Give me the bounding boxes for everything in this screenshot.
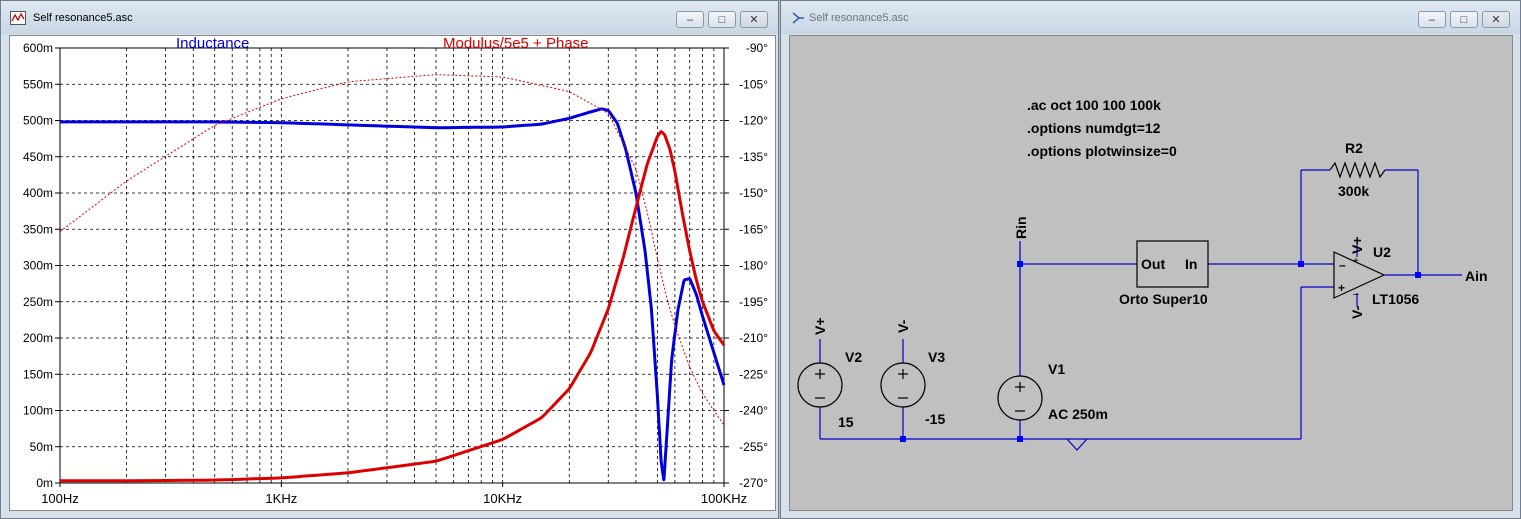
node-feedback[interactable] (1298, 261, 1304, 267)
u2-vminus-label[interactable]: V- (1349, 305, 1365, 319)
ground-symbol[interactable] (1066, 438, 1088, 451)
plot-window[interactable]: Self resonance5.asc – □ ✕ 0m 50m 100m 150m 2… (0, 0, 779, 519)
node-v3-ground[interactable] (900, 436, 906, 442)
v3-name[interactable]: V3 (928, 349, 945, 365)
v2-value[interactable]: 15 (838, 414, 854, 430)
right-tick-label: -195° (739, 295, 768, 309)
source-v1[interactable] (997, 375, 1043, 421)
rin-label[interactable]: Rin (1013, 216, 1029, 239)
legend-modulus-phase[interactable]: Modulus/5e5 + Phase (443, 35, 589, 52)
node-rin[interactable] (1017, 261, 1023, 267)
minimize-button[interactable]: – (676, 11, 704, 28)
schematic-pane[interactable]: .ac oct 100 100 100k .options numdgt=12 … (789, 35, 1513, 511)
legend-inductance[interactable]: Inductance (176, 35, 249, 52)
schematic-window-titlebar[interactable]: Self resonance5.asc – □ ✕ (781, 1, 1520, 34)
v2-vplus-label[interactable]: V+ (812, 317, 828, 335)
v2-name[interactable]: V2 (845, 349, 862, 365)
source-v2[interactable] (797, 362, 843, 408)
v1-name[interactable]: V1 (1048, 361, 1065, 377)
x-tick-label: 10KHz (483, 491, 522, 506)
u2-part[interactable]: LT1056 (1372, 291, 1419, 307)
maximize-button[interactable]: □ (1450, 11, 1478, 28)
v3-vminus-label[interactable]: V- (895, 319, 911, 333)
right-tick-label: -225° (739, 367, 768, 381)
block-in-label: In (1185, 256, 1197, 272)
node-v1-ground[interactable] (1017, 436, 1023, 442)
right-tick-label: -255° (739, 440, 768, 454)
x-tick-label: 1KHz (265, 491, 297, 506)
waveform-icon (10, 11, 26, 25)
right-tick-label: -270° (739, 476, 768, 490)
plot-pane[interactable]: 0m 50m 100m 150m 200m 250m 300m 350m 400m 450m 500… (9, 35, 776, 511)
schematic-window-title: Self resonance5.asc (809, 12, 909, 24)
x-tick-label: 100KHz (701, 491, 747, 506)
right-tick-label: -120° (739, 114, 768, 128)
right-tick-label: -210° (739, 331, 768, 345)
u2-plus-sign: + (1338, 281, 1345, 295)
ain-label[interactable]: Ain (1465, 268, 1488, 284)
maximize-button[interactable]: □ (708, 11, 736, 28)
close-button[interactable]: ✕ (1482, 11, 1510, 28)
left-tick-label: 350m (23, 222, 53, 236)
bode-plot[interactable]: 0m 50m 100m 150m 200m 250m 300m 350m 400m 450m 500… (10, 35, 775, 510)
left-tick-label: 400m (23, 186, 53, 200)
r2-name[interactable]: R2 (1345, 140, 1363, 156)
resistor-r2[interactable] (1329, 161, 1386, 179)
directive-ac[interactable]: .ac oct 100 100 100k (1027, 97, 1161, 113)
right-tick-label: -165° (739, 222, 768, 236)
block-out-label: Out (1141, 256, 1165, 272)
u2-name[interactable]: U2 (1373, 244, 1391, 260)
plot-window-titlebar[interactable]: Self resonance5.asc – □ ✕ (1, 1, 778, 34)
block-name[interactable]: Orto Super10 (1119, 291, 1208, 307)
right-tick-label: -135° (739, 150, 768, 164)
close-button[interactable]: ✕ (740, 11, 768, 28)
minimize-button[interactable]: – (1418, 11, 1446, 28)
left-tick-label: 600m (23, 41, 53, 55)
left-axis-ticks: 0m 50m 100m 150m 200m 250m 300m 350m 400m 450m 500… (23, 41, 60, 490)
maximize-icon: □ (718, 13, 726, 26)
close-icon: ✕ (1491, 14, 1501, 26)
right-axis-ticks: -270° -255° -240° -225° -210° -195° -180° -165°… (724, 41, 768, 490)
plot-grid (59, 47, 724, 484)
v1-value[interactable]: AC 250m (1048, 406, 1108, 422)
x-axis-ticks: 100Hz 1KHz 10KHz 100KHz (41, 483, 747, 506)
left-tick-label: 200m (23, 331, 53, 345)
left-tick-label: 450m (23, 150, 53, 164)
close-icon: ✕ (749, 14, 759, 26)
u2-minus-sign: – (1339, 258, 1346, 272)
left-tick-label: 50m (30, 440, 53, 454)
u2-vplus-label[interactable]: V+ (1349, 236, 1365, 254)
left-tick-label: 0m (36, 476, 53, 490)
left-tick-label: 250m (23, 295, 53, 309)
u2-inner-minus: – (1353, 289, 1359, 300)
minimize-icon: – (1428, 13, 1436, 26)
right-tick-label: -105° (739, 77, 768, 91)
schematic-window[interactable]: Self resonance5.asc – □ ✕ .ac oct 100 10… (780, 0, 1521, 519)
v3-value[interactable]: -15 (925, 411, 945, 427)
directive-plotwinsize[interactable]: .options plotwinsize=0 (1027, 143, 1177, 159)
u2-inner-plus: + (1353, 256, 1359, 267)
source-v3[interactable] (880, 362, 926, 408)
schematic-canvas[interactable]: .ac oct 100 100 100k .options numdgt=12 … (790, 36, 1512, 510)
minimize-icon: – (686, 13, 694, 26)
x-tick-label: 100Hz (41, 491, 79, 506)
plot-window-title: Self resonance5.asc (33, 12, 133, 24)
left-tick-label: 550m (23, 77, 53, 91)
directive-numdgt[interactable]: .options numdgt=12 (1027, 120, 1161, 136)
left-tick-label: 500m (23, 114, 53, 128)
node-output[interactable] (1415, 272, 1421, 278)
right-tick-label: -180° (739, 259, 768, 273)
left-tick-label: 300m (23, 259, 53, 273)
maximize-icon: □ (1460, 13, 1468, 26)
right-tick-label: -90° (746, 41, 768, 55)
left-tick-label: 150m (23, 367, 53, 381)
schematic-icon (792, 12, 804, 24)
right-tick-label: -150° (739, 186, 768, 200)
trace-inductance[interactable] (59, 107, 726, 482)
left-tick-label: 100m (23, 404, 53, 418)
plot-traces (59, 74, 726, 483)
trace-modulus-5e5[interactable] (60, 130, 726, 483)
right-tick-label: -240° (739, 404, 768, 418)
r2-value[interactable]: 300k (1338, 183, 1369, 199)
